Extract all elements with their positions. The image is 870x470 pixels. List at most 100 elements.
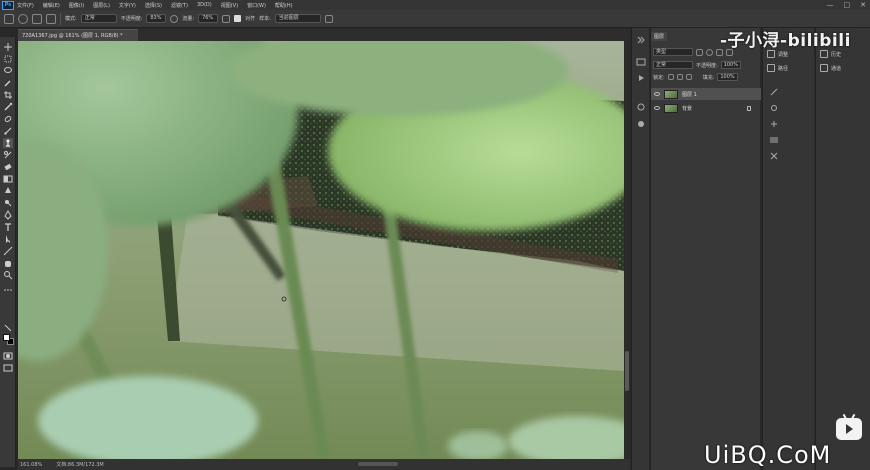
line-tool-icon[interactable]: [3, 246, 13, 256]
brush-preset-icon[interactable]: [18, 13, 28, 24]
lasso-tool-icon[interactable]: [3, 66, 13, 76]
clone-stamp-tool-icon[interactable]: [3, 138, 13, 148]
menu-filter[interactable]: 滤镜(T): [171, 2, 188, 9]
adjustments-panel-button[interactable]: 调整: [767, 50, 788, 58]
marquee-tool-icon[interactable]: [3, 54, 13, 64]
layer-kind-filter[interactable]: 类型: [653, 48, 693, 56]
menu-help[interactable]: 帮助(H): [275, 2, 293, 9]
vertical-scrollbar[interactable]: [624, 41, 630, 459]
lock-row: 锁定: 填充: 100%: [653, 73, 738, 81]
opacity-field[interactable]: 83%: [146, 14, 167, 23]
quick-select-tool-icon[interactable]: [3, 78, 13, 88]
menu-window[interactable]: 窗口(W): [247, 2, 266, 9]
screen-mode-icon[interactable]: [3, 363, 13, 373]
dodge-tool-icon[interactable]: [3, 198, 13, 208]
path-select-tool-icon[interactable]: [3, 234, 13, 244]
blend-mode-select[interactable]: 正常: [653, 61, 693, 69]
history-brush-tool-icon[interactable]: [3, 150, 13, 160]
flow-label: 流量:: [182, 16, 195, 22]
move-tool-icon[interactable]: [3, 42, 13, 52]
color-panel-icon[interactable]: [636, 120, 646, 128]
pressure-opacity-icon[interactable]: [170, 14, 179, 23]
brush-settings-panel-icon[interactable]: [769, 88, 779, 96]
filter-adjust-icon[interactable]: [706, 48, 713, 56]
document-canvas[interactable]: [18, 41, 624, 459]
visibility-eye-icon[interactable]: [654, 106, 660, 110]
channels-label: 通道: [831, 65, 842, 72]
maximize-button[interactable]: □: [844, 0, 851, 10]
crop-tool-icon[interactable]: [3, 90, 13, 100]
flow-field[interactable]: 76%: [198, 14, 219, 23]
menu-type[interactable]: 文字(Y): [119, 2, 136, 9]
layer-opacity-field[interactable]: 100%: [720, 61, 741, 69]
layer-row-layer1[interactable]: 图层 1: [651, 88, 761, 100]
tab-layers[interactable]: 图层: [651, 32, 668, 41]
mode-select[interactable]: 正常: [80, 14, 117, 23]
ignore-adjustment-icon[interactable]: [324, 14, 333, 23]
paths-panel-button[interactable]: 路径: [767, 64, 788, 72]
paths-label: 路径: [778, 65, 789, 72]
properties-panel-icon[interactable]: [769, 136, 779, 144]
brush-tool-icon[interactable]: [3, 126, 13, 136]
hand-tool-icon[interactable]: [3, 258, 13, 268]
gradient-tool-icon[interactable]: [3, 174, 13, 184]
blur-tool-icon[interactable]: [3, 186, 13, 196]
close-button[interactable]: ✕: [860, 0, 866, 10]
lock-pixels-icon[interactable]: [667, 74, 674, 80]
clone-source-panel-icon[interactable]: [769, 120, 779, 128]
uibq-watermark: UiBQ.CoM: [704, 441, 832, 469]
visibility-eye-icon[interactable]: [654, 92, 660, 96]
foreground-color-swatch[interactable]: [3, 334, 10, 341]
collapse-panels-icon[interactable]: [636, 36, 646, 44]
zoom-level[interactable]: 161.08%: [20, 462, 42, 468]
brushes-panel-icon[interactable]: [769, 104, 779, 112]
channels-panel-button[interactable]: 通道: [820, 64, 841, 72]
document-tab[interactable]: 720A1367.jpg @ 161% (图层 1, RGB/8) *: [18, 29, 138, 41]
layer-opacity-label: 不透明度:: [696, 62, 718, 69]
bilibili-watermark: -子小浔-bilibili: [720, 31, 851, 51]
aligned-checkbox[interactable]: [234, 15, 242, 22]
layer-row-background[interactable]: 背景: [651, 102, 761, 114]
horizontal-scroll-thumb[interactable]: [358, 462, 398, 466]
type-tool-icon[interactable]: [3, 222, 13, 232]
swap-colors-icon[interactable]: [3, 323, 12, 332]
more-tools-icon[interactable]: [3, 285, 13, 295]
layers-panel: 图层 类型 正常 不透明度: 100% 锁定: 填充: 100% 图层 1 背景: [650, 28, 761, 470]
menu-edit[interactable]: 编辑(E): [43, 2, 60, 9]
info-panel-icon[interactable]: [636, 103, 646, 111]
clone-source-icon[interactable]: [46, 13, 56, 24]
aligned-label: 对齐: [245, 16, 256, 22]
layer-name: 背景: [682, 105, 693, 112]
tools-panel-icon[interactable]: [769, 152, 779, 160]
quick-mask-icon[interactable]: [3, 351, 13, 361]
menu-layer[interactable]: 图层(L): [93, 2, 110, 9]
vertical-scroll-thumb[interactable]: [625, 351, 629, 391]
separator: [60, 12, 61, 25]
menu-file[interactable]: 文件(F): [17, 2, 34, 9]
lock-label: 锁定:: [653, 74, 665, 81]
blend-row: 正常 不透明度: 100%: [653, 61, 741, 69]
brush-settings-icon[interactable]: [32, 13, 42, 24]
pen-tool-icon[interactable]: [3, 210, 13, 220]
clone-stamp-tool-icon[interactable]: [4, 13, 14, 24]
menu-view[interactable]: 视图(V): [221, 2, 238, 9]
sample-select[interactable]: 当前图层: [274, 14, 321, 23]
lock-all-icon[interactable]: [685, 74, 692, 80]
fill-field[interactable]: 100%: [717, 73, 738, 81]
minimize-button[interactable]: —: [827, 0, 834, 10]
eraser-tool-icon[interactable]: [3, 162, 13, 172]
healing-brush-tool-icon[interactable]: [3, 114, 13, 124]
menu-3d[interactable]: 3D(D): [197, 2, 212, 8]
filter-pixel-icon[interactable]: [696, 48, 703, 56]
history-panel-icon[interactable]: [636, 58, 646, 66]
menu-image[interactable]: 图像(I): [69, 2, 84, 9]
airbrush-icon[interactable]: [222, 14, 231, 23]
lock-position-icon[interactable]: [676, 74, 683, 80]
eyedropper-tool-icon[interactable]: [3, 102, 13, 112]
zoom-tool-icon[interactable]: [3, 270, 13, 280]
actions-panel-icon[interactable]: [636, 74, 646, 82]
history-panel-button[interactable]: 历史: [820, 50, 841, 58]
bilibili-tv-icon: [836, 413, 862, 440]
mode-label: 模式:: [65, 16, 77, 22]
menu-select[interactable]: 选择(S): [145, 2, 162, 9]
